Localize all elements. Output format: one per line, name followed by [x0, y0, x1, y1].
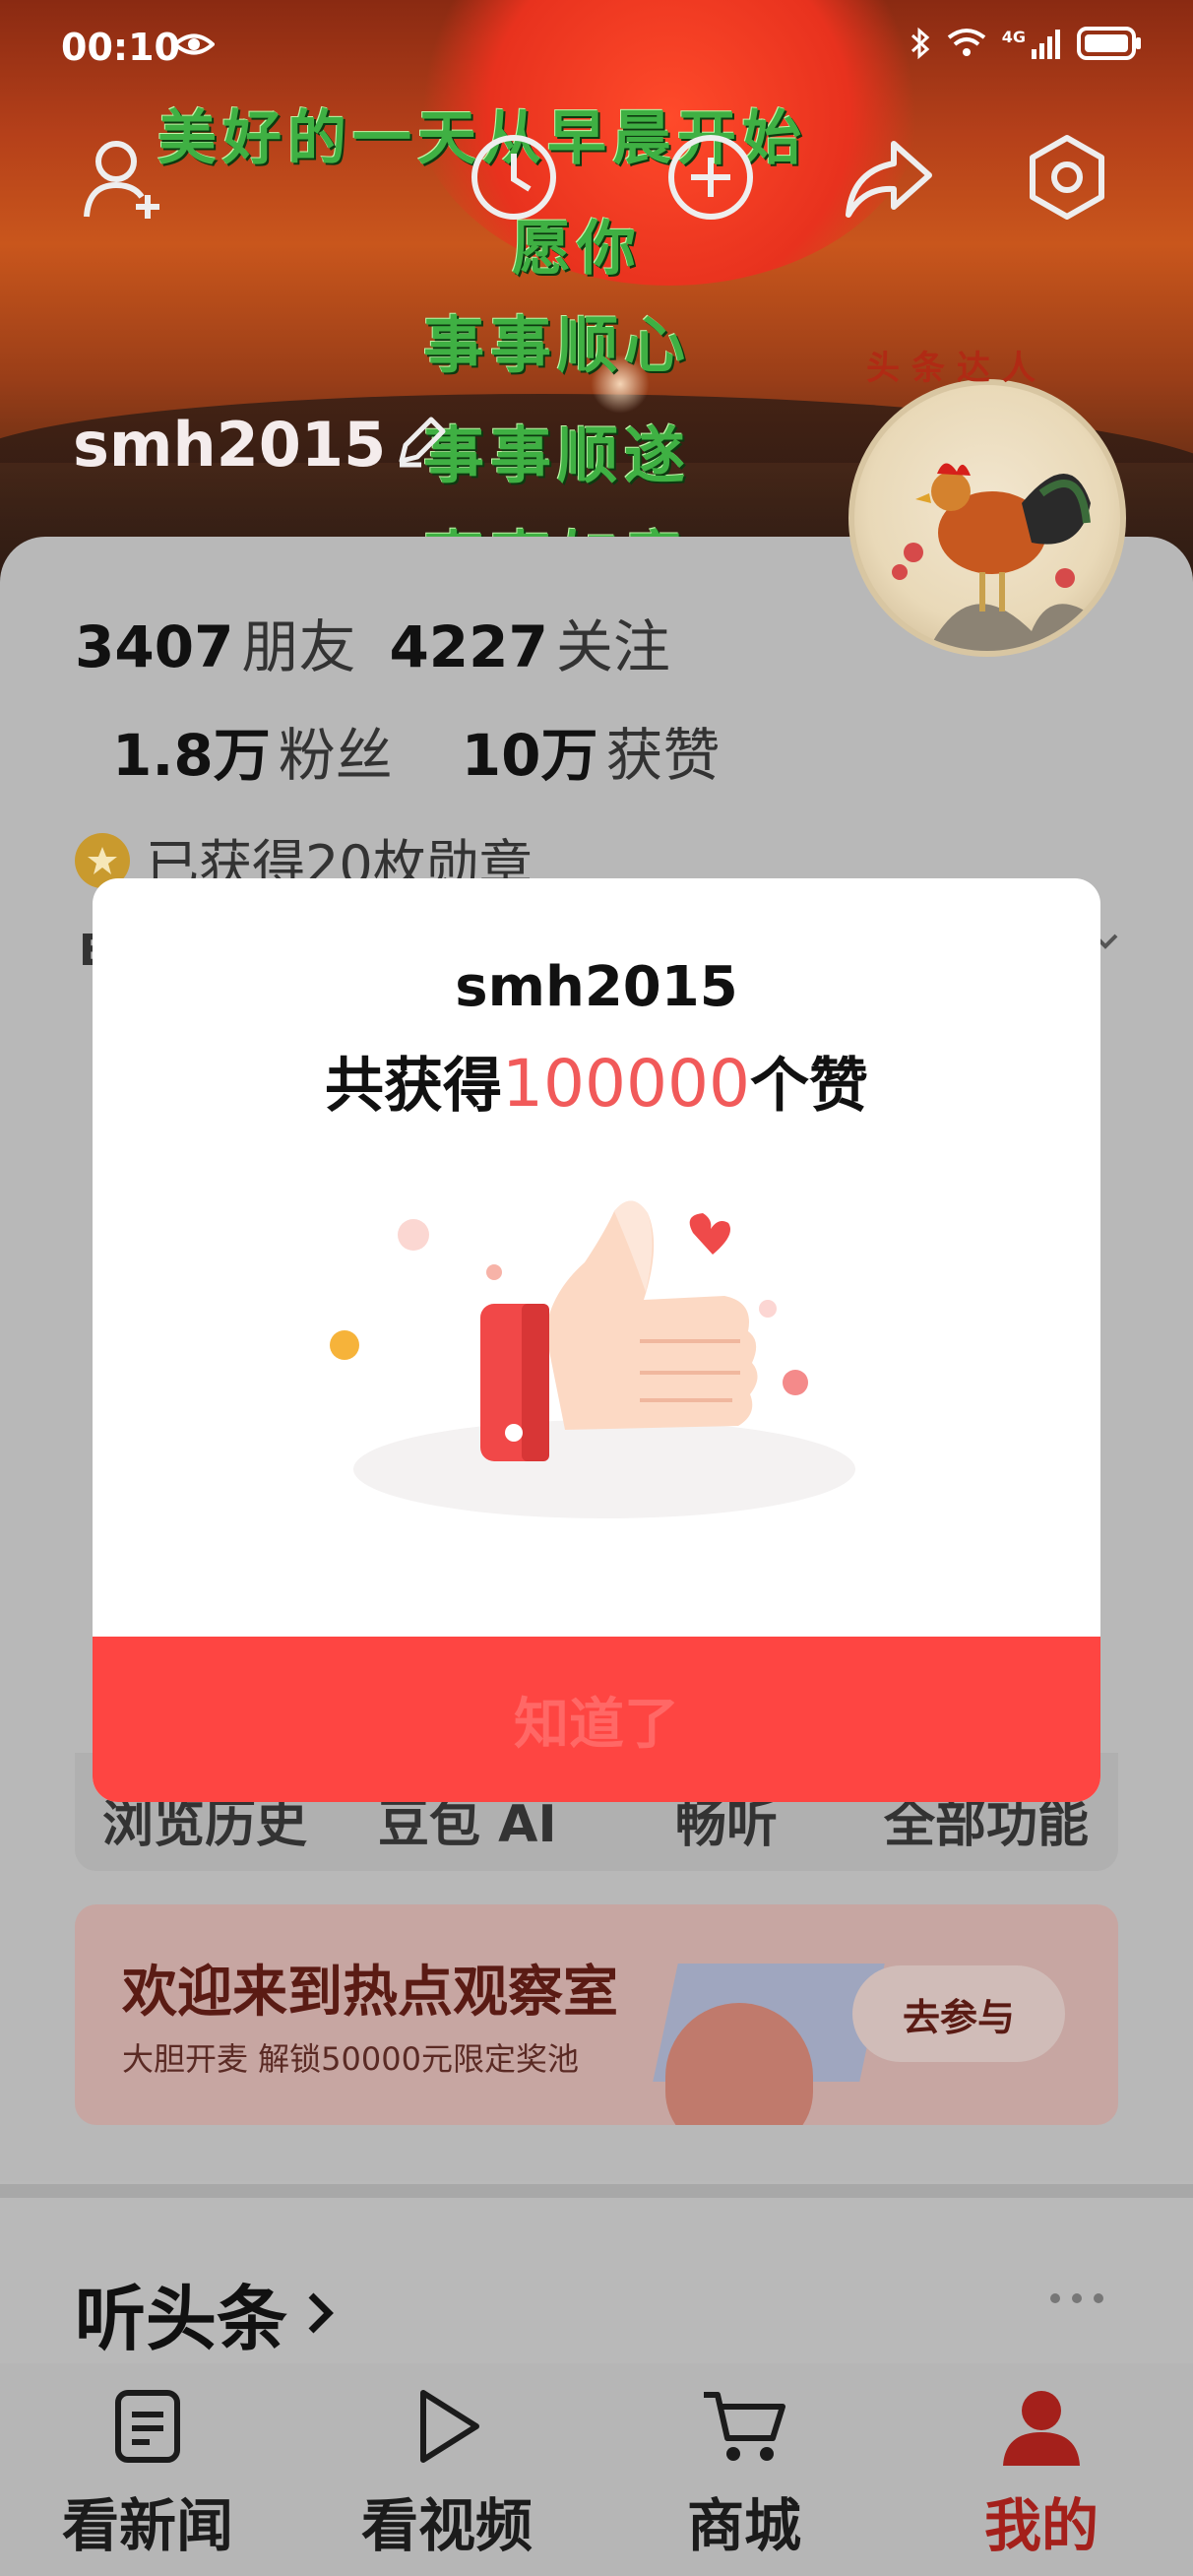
thumbs-up-illustration	[330, 1200, 855, 1518]
likes-dialog: smh2015 共获得100000个赞 知道了	[93, 878, 1100, 1802]
dialog-suffix: 个赞	[749, 1052, 868, 1121]
dialog-prefix: 共获得	[325, 1052, 503, 1121]
dialog-confirm-button[interactable]: 知道了	[93, 1637, 1100, 1802]
dialog-message: 共获得100000个赞	[93, 1038, 1100, 1124]
dialog-likes-total: 100000	[502, 1046, 750, 1122]
dialog-username: smh2015	[455, 955, 738, 1019]
